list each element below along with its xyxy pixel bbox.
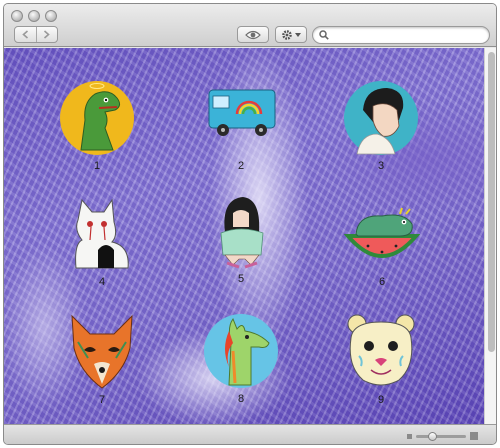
thumbnail-white-cat (75, 198, 129, 269)
close-window-button[interactable] (11, 10, 23, 22)
item-label: 3 (377, 160, 385, 172)
thumbnail-girl-portrait (344, 81, 418, 155)
chevron-left-icon (22, 30, 28, 39)
icon-size-slider-knob[interactable] (428, 432, 438, 441)
search-icon (319, 30, 329, 40)
thumbnail-crouching-girl (220, 197, 264, 269)
item-label: 8 (237, 393, 245, 405)
item-label: 7 (98, 394, 106, 406)
thumbnail-bear-mask (347, 314, 415, 386)
icon-item-9[interactable]: 9 (341, 314, 421, 414)
toolbar (4, 4, 496, 47)
item-label: 1 (93, 160, 101, 172)
gear-icon (282, 29, 292, 40)
large-icon-size-icon (470, 432, 478, 440)
icon-item-1[interactable]: 1 (57, 80, 137, 180)
item-label: 5 (237, 273, 245, 285)
icon-item-6[interactable]: 6 (342, 196, 422, 296)
search-field[interactable] (312, 26, 490, 44)
thumbnail-van (208, 89, 276, 136)
icon-item-7[interactable]: 7 (62, 314, 142, 414)
thumbnail-llama (204, 314, 278, 388)
zoom-window-button[interactable] (45, 10, 57, 22)
item-label: 4 (98, 276, 106, 288)
item-label: 2 (237, 160, 245, 172)
small-icon-size-icon (407, 434, 412, 439)
vertical-scrollbar[interactable] (484, 48, 496, 424)
back-forward-group (14, 26, 58, 43)
thumbnail-fox-mask (71, 314, 133, 389)
chevron-right-icon (44, 30, 50, 39)
icon-item-3[interactable]: 3 (341, 80, 421, 180)
item-label: 6 (378, 276, 386, 288)
icon-item-8[interactable]: 8 (201, 313, 281, 413)
chevron-down-icon (295, 32, 301, 37)
action-menu-button[interactable] (275, 26, 307, 43)
item-label: 9 (377, 394, 385, 406)
icon-item-2[interactable]: 2 (201, 80, 281, 180)
back-button[interactable] (15, 27, 36, 42)
status-bar (4, 424, 496, 444)
thumbnail-dinosaur (60, 81, 134, 155)
quick-look-button[interactable] (237, 26, 269, 43)
thumbnail-watermelon-creature (344, 207, 420, 258)
icon-size-slider[interactable] (416, 432, 466, 441)
forward-button[interactable] (35, 27, 58, 42)
eye-icon (245, 30, 261, 39)
icon-item-5[interactable]: 5 (201, 193, 281, 293)
icon-item-4[interactable]: 4 (62, 196, 142, 296)
scrollbar-thumb[interactable] (488, 52, 495, 352)
search-input[interactable] (331, 28, 481, 42)
icon-view-area[interactable]: 1 2 3 4 5 6 7 8 9 (4, 48, 484, 424)
finder-window: 1 2 3 4 5 6 7 8 9 (3, 3, 497, 445)
minimize-window-button[interactable] (28, 10, 40, 22)
